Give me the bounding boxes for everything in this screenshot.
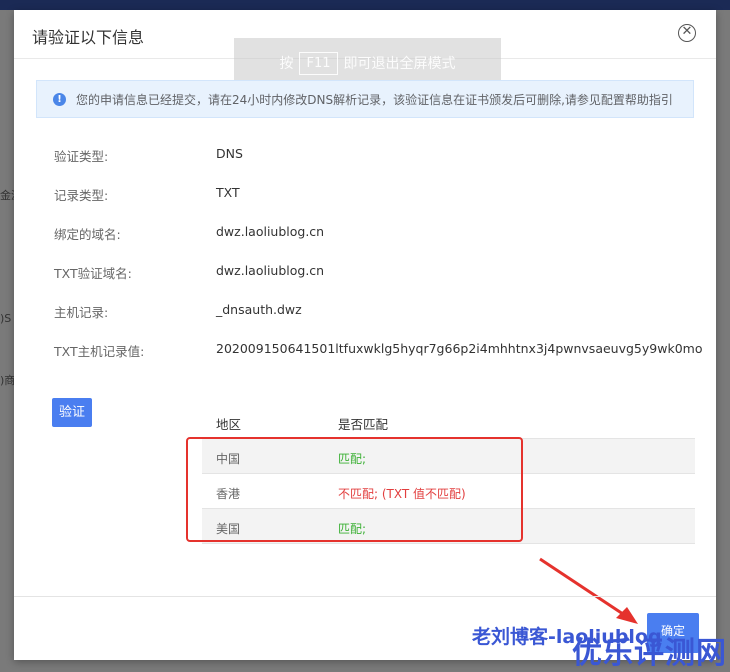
annotation-arrow-icon: [539, 557, 638, 624]
fullscreen-tip-key: F11: [299, 51, 338, 75]
field-value-bound-domain: dwz.laoliublog.cn: [216, 224, 325, 239]
field-value-verify-type: DNS: [216, 146, 243, 161]
verify-dialog: 请验证以下信息 ✕ 按 F11 即可退出全屏模式 ! 您的申请信息已经提交，请在…: [14, 10, 716, 660]
dialog-title: 请验证以下信息: [32, 28, 145, 47]
field-value-record-type: TXT: [216, 185, 240, 200]
fullscreen-tip-prefix: 按: [279, 56, 294, 72]
table-header: 地区 是否匹配: [202, 403, 695, 439]
info-icon: !: [53, 92, 66, 106]
footer-divider: [14, 596, 716, 597]
fullscreen-tip-suffix: 即可退出全屏模式: [343, 56, 456, 72]
field-label-txt-value: TXT主机记录值:: [54, 344, 145, 359]
field-label-verify-type: 验证类型:: [54, 149, 109, 164]
annotation-highlight-box: [186, 437, 523, 542]
background-fragment: )S: [0, 312, 12, 325]
field-label-host-record: 主机记录:: [54, 305, 109, 320]
field-label-record-type: 记录类型:: [54, 188, 109, 203]
field-label-bound-domain: 绑定的域名:: [54, 227, 121, 242]
info-alert: ! 您的申请信息已经提交，请在24小时内修改DNS解析记录，该验证信息在证书颁发…: [36, 80, 694, 118]
field-value-host-record: _dnsauth.dwz: [216, 302, 302, 317]
background-fragment: )商: [0, 374, 16, 387]
field-value-txt-value: 202009150641501ltfuxwklg5hyqr7g66p2i4mhh…: [216, 341, 703, 356]
close-icon[interactable]: ✕: [678, 24, 696, 42]
field-value-txt-domain: dwz.laoliublog.cn: [216, 263, 325, 278]
verify-button[interactable]: 验证: [52, 398, 92, 427]
watermark-logo-text: 优乐评测网: [572, 636, 727, 671]
background-header: [0, 0, 730, 10]
field-label-txt-domain: TXT验证域名:: [54, 266, 132, 281]
info-alert-text: 您的申请信息已经提交，请在24小时内修改DNS解析记录，该验证信息在证书颁发后可…: [76, 92, 673, 107]
column-header-region: 地区: [216, 417, 242, 432]
column-header-match: 是否匹配: [338, 417, 389, 432]
